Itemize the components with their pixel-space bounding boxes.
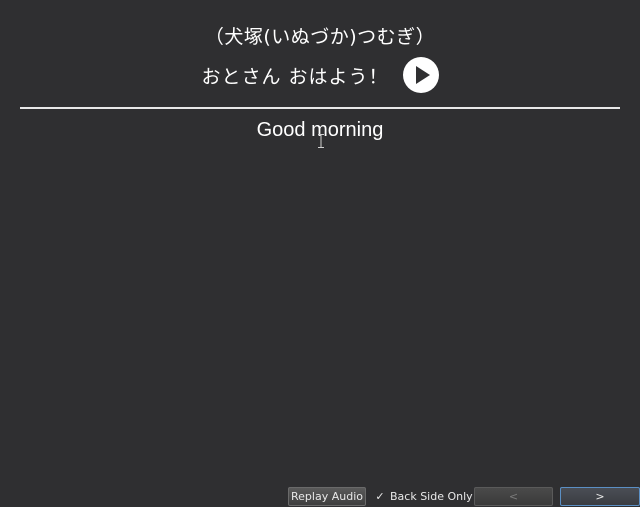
- previous-card-button[interactable]: <: [474, 487, 553, 506]
- back-side-only-checkbox[interactable]: ✓: [374, 490, 386, 503]
- flashcard: （犬塚(いぬづか)つむぎ） おとさん おはよう！ Good morning: [0, 0, 640, 484]
- question-row: おとさん おはよう！: [0, 57, 640, 93]
- back-side-only-label: Back Side Only: [390, 490, 473, 503]
- bottom-toolbar: Replay Audio ✓ Back Side Only < >: [0, 484, 640, 507]
- text-cursor-icon: [318, 134, 324, 148]
- back-side-only-toggle[interactable]: ✓ Back Side Only: [374, 488, 473, 505]
- speaker-label: （犬塚(いぬづか)つむぎ）: [204, 26, 436, 48]
- play-audio-button[interactable]: [402, 57, 439, 93]
- divider: [20, 107, 620, 109]
- play-icon: [415, 66, 430, 84]
- next-card-button[interactable]: >: [560, 487, 640, 506]
- question-text: おとさん おはよう！: [201, 65, 389, 88]
- replay-audio-button[interactable]: Replay Audio: [288, 487, 366, 506]
